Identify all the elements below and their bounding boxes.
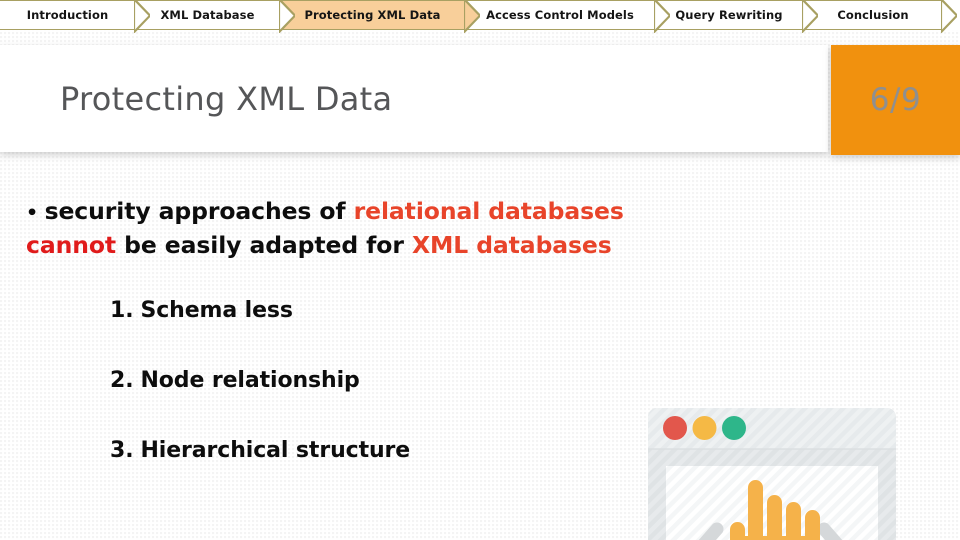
breadcrumb-item-xml-database[interactable]: XML Database <box>135 0 295 33</box>
breadcrumb-chevron-icon <box>941 0 957 33</box>
bullet-text-segment: security approaches of <box>44 197 354 225</box>
bullet-paragraph: • security approaches of relational data… <box>26 195 646 261</box>
breadcrumb-chevron-icon <box>802 0 818 33</box>
breadcrumb-chevron-icon <box>279 0 295 33</box>
close-dot <box>663 416 687 440</box>
breadcrumb-item-access-control-models[interactable]: Access Control Models <box>465 0 670 33</box>
breadcrumb-item-label: Query Rewriting <box>675 8 783 22</box>
list-item-number: 1. <box>110 298 134 323</box>
breadcrumb-chevron-icon <box>464 0 480 33</box>
browser-window-hand-swipe-illustration <box>634 398 924 540</box>
breadcrumb-item-label: Introduction <box>26 8 109 22</box>
list-item-number: 2. <box>110 368 134 393</box>
bullet-text-segment: XML databases <box>411 231 612 259</box>
list-item-label: Schema less <box>140 298 293 323</box>
breadcrumb-item-label: Access Control Models <box>486 8 634 22</box>
list-item-label: Node relationship <box>140 368 360 393</box>
minimize-dot <box>692 416 717 440</box>
list-item-label: Hierarchical structure <box>140 438 411 463</box>
breadcrumb-item-protecting-xml-data[interactable]: Protecting XML Data <box>280 0 480 33</box>
list-item-number: 3. <box>110 438 134 463</box>
breadcrumb-item-label: XML Database <box>160 8 255 22</box>
bullet-text-segment: cannot <box>26 231 117 259</box>
bullet-text-segment: relational databases <box>353 197 624 225</box>
numbered-list: 1. Schema less 2. Node relationship 3. Hierar… <box>110 298 630 508</box>
title-band: Protecting XML Data <box>0 45 828 152</box>
maximize-dot <box>722 416 746 440</box>
breadcrumb-item-introduction[interactable]: Introduction <box>0 0 150 33</box>
breadcrumb-item-label: Conclusion <box>837 8 909 22</box>
breadcrumb-item-conclusion[interactable]: Conclusion <box>803 0 957 33</box>
slide-number-text: 6/9 <box>869 82 922 118</box>
breadcrumb-chevron-icon <box>134 0 150 33</box>
bullet-marker: • <box>26 202 45 224</box>
breadcrumb: Introduction XML Database Protecting XML D… <box>0 0 960 33</box>
slide-number-badge: 6/9 <box>831 45 960 155</box>
bullet-text-segment: be easily adapted for <box>116 231 412 259</box>
list-item: 2. Node relationship <box>110 368 630 393</box>
list-item: 3. Hierarchical structure <box>110 438 630 463</box>
breadcrumb-item-query-rewriting[interactable]: Query Rewriting <box>655 0 818 33</box>
breadcrumb-item-label: Protecting XML Data <box>304 8 441 22</box>
list-item: 1. Schema less <box>110 298 630 323</box>
slide-body: • security approaches of relational data… <box>0 180 960 540</box>
page-title: Protecting XML Data <box>60 79 393 118</box>
breadcrumb-chevron-icon <box>654 0 670 33</box>
